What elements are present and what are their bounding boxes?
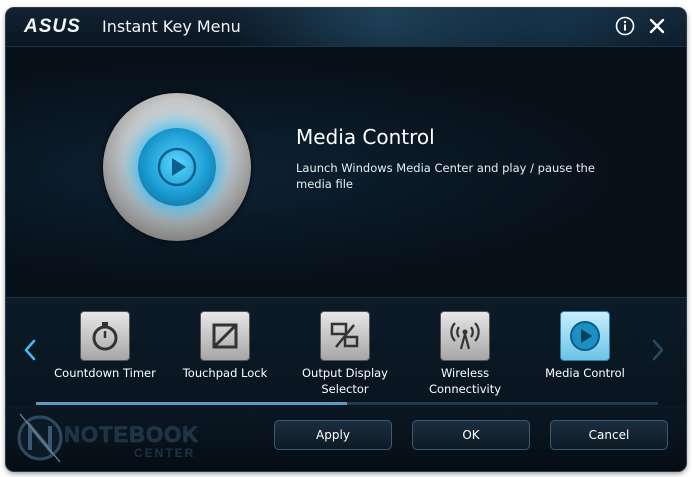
carousel-item-output-display-selector[interactable]: Output Display Selector [290,311,400,397]
window-title: Instant Key Menu [102,17,241,36]
notebook-center-logo [17,413,63,463]
feature-panel: Media Control Launch Windows Media Cente… [6,47,686,297]
feature-title: Media Control [296,125,435,149]
chevron-right-icon [652,339,664,361]
item-label: Wireless Connectivity [428,366,502,396]
stopwatch-icon [80,311,130,361]
scroll-right-button[interactable] [648,334,668,366]
item-label: Media Control [545,366,625,380]
chevron-left-icon [24,339,36,361]
item-label: Output Display Selector [302,366,388,396]
apply-button[interactable]: Apply [274,420,392,450]
display-selector-icon [320,311,370,361]
carousel-item-touchpad-lock[interactable]: Touchpad Lock [170,311,280,381]
title-bar: ASUS Instant Key Menu [6,8,686,47]
watermark-sub-text: CENTER [134,446,196,460]
play-icon [157,147,197,187]
carousel-item-countdown-timer[interactable]: Countdown Timer [50,311,160,381]
close-button[interactable] [646,15,668,37]
carousel-item-media-control[interactable]: Media Control [530,311,640,381]
asus-logo: ASUS [24,16,81,37]
wireless-icon [440,311,490,361]
watermark-main-text: NOTEBOOK [64,422,200,447]
info-button[interactable] [614,15,636,37]
scroll-left-button[interactable] [20,334,40,366]
carousel-scrollbar-thumb[interactable] [36,402,347,405]
key-function-carousel: Countdown Timer Touchpad Lock Output Dis… [6,297,686,406]
footer-bar: NOTEBOOK CENTER Apply OK Cancel [6,406,686,471]
item-label: Countdown Timer [54,366,156,380]
carousel-item-wireless-connectivity[interactable]: Wireless Connectivity [410,311,520,397]
play-icon [560,311,610,361]
ok-button[interactable]: OK [412,420,530,450]
media-control-disc [103,93,251,241]
item-label: Touchpad Lock [182,366,268,380]
info-icon [615,16,635,36]
cancel-button[interactable]: Cancel [550,420,668,450]
play-icon-large [138,128,216,206]
feature-description: Launch Windows Media Center and play / p… [296,161,595,191]
carousel-scrollbar[interactable] [36,402,658,405]
instant-key-menu-window: ASUS Instant Key Menu Media Control Laun… [6,8,686,471]
touchpad-lock-icon [200,311,250,361]
close-icon [649,18,665,34]
notebook-center-watermark: NOTEBOOK CENTER [16,412,216,464]
